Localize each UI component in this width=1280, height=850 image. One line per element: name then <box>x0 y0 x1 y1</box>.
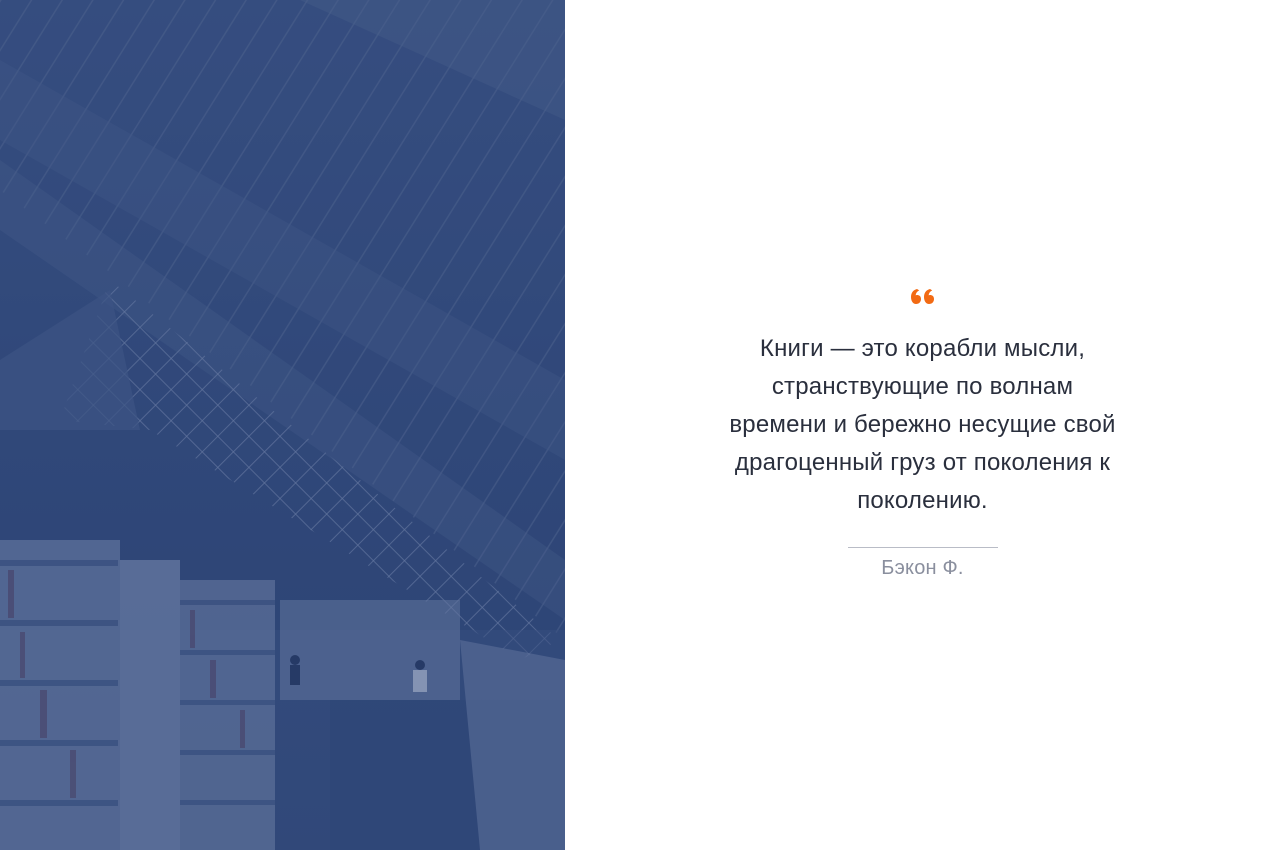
quote-author: Бэкон Ф. <box>881 557 964 579</box>
quote-slide: Книги — это корабли мысли, странствующие… <box>0 0 1280 850</box>
divider <box>847 547 998 548</box>
quote-mark-icon <box>910 289 934 304</box>
quote-text: Книги — это корабли мысли, странствующие… <box>729 335 1116 514</box>
quote-panel: Книги — это корабли мысли, странствующие… <box>565 0 1280 850</box>
quote-block: Книги — это корабли мысли, странствующие… <box>715 280 1130 580</box>
library-photo <box>0 0 565 850</box>
